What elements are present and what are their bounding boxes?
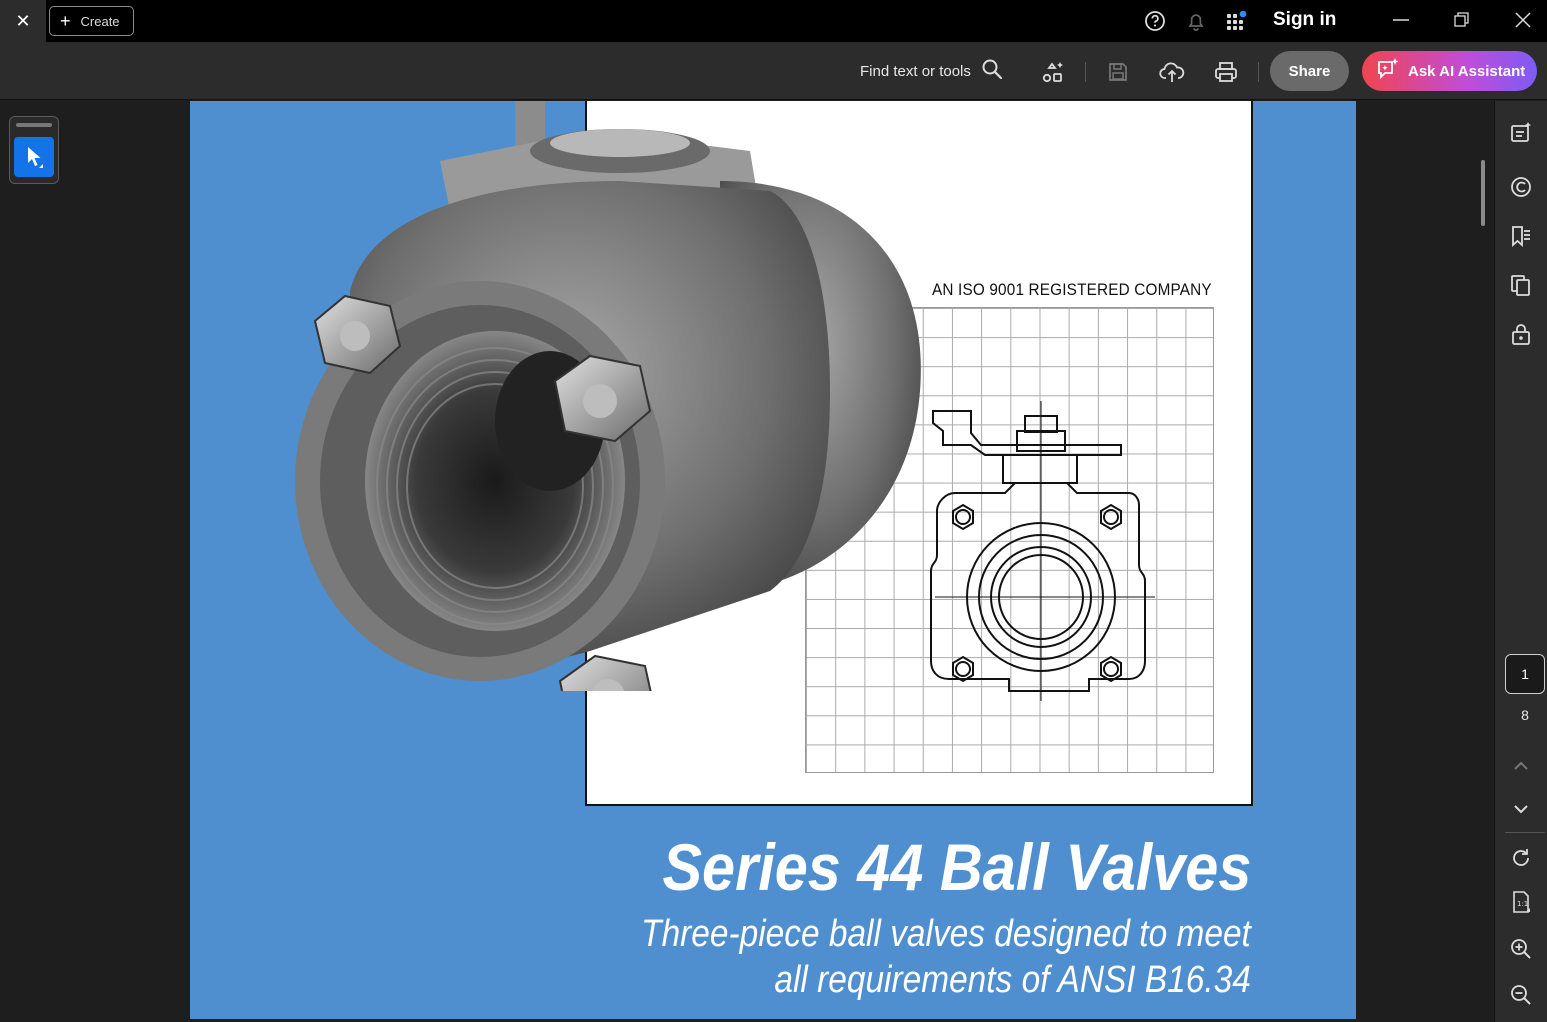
restore-icon[interactable]	[1439, 0, 1485, 40]
valve-technical-drawing	[930, 401, 1155, 701]
right-tool-rail: 1 8 1:1	[1494, 101, 1547, 1022]
ai-tools-icon[interactable]	[1039, 58, 1067, 86]
iso-registration-text: AN ISO 9001 REGISTERED COMPANY	[932, 280, 1212, 299]
apps-grid-icon[interactable]	[1225, 9, 1249, 33]
ask-ai-assistant-button[interactable]: Ask AI Assistant	[1362, 51, 1537, 91]
search-icon	[981, 58, 1003, 84]
close-tab-button[interactable]: ✕	[0, 0, 46, 42]
left-tool-rail	[0, 101, 190, 1022]
document-title: Series 44 Ball Valves	[662, 830, 1251, 904]
share-button[interactable]: Share	[1270, 51, 1349, 91]
title-bar: ✕ + Create Sign in	[0, 0, 1547, 42]
minimize-icon[interactable]	[1378, 0, 1424, 40]
plus-icon: +	[60, 11, 71, 31]
save-icon[interactable]	[1104, 58, 1132, 86]
rail-divider	[1505, 832, 1545, 833]
subtitle-line: Three-piece ball valves designed to meet	[641, 913, 1251, 955]
zoom-out-icon[interactable]	[1507, 981, 1535, 1009]
ai-assistant-icon	[1376, 57, 1400, 85]
sign-in-button[interactable]: Sign in	[1273, 9, 1336, 31]
find-tools-button[interactable]: Find text or tools	[860, 58, 1003, 84]
vertical-scrollbar[interactable]	[1481, 160, 1485, 226]
drag-handle[interactable]	[16, 123, 52, 127]
edit-pdf-icon[interactable]	[1507, 119, 1535, 147]
current-page-input[interactable]: 1	[1505, 654, 1545, 694]
svg-text:1:1: 1:1	[1517, 900, 1528, 908]
print-icon[interactable]	[1212, 58, 1240, 86]
toolbar: Find text or tools Share Ask AI Assistan…	[0, 42, 1547, 100]
pages-icon[interactable]	[1507, 271, 1535, 299]
cloud-upload-icon[interactable]	[1158, 58, 1186, 86]
bookmark-icon[interactable]	[1507, 222, 1535, 250]
create-label: Create	[80, 13, 120, 29]
ask-ai-label: Ask AI Assistant	[1408, 62, 1526, 80]
close-icon[interactable]	[1500, 0, 1546, 40]
toolbar-divider	[1085, 62, 1086, 82]
lock-icon[interactable]	[1507, 320, 1535, 348]
bell-icon[interactable]	[1184, 9, 1208, 33]
rotate-icon[interactable]	[1507, 844, 1535, 872]
comment-icon[interactable]	[1507, 173, 1535, 201]
zoom-in-icon[interactable]	[1507, 935, 1535, 963]
chevron-down-icon[interactable]	[1507, 795, 1535, 823]
select-cursor-icon[interactable]	[14, 137, 54, 177]
fit-page-icon[interactable]: 1:1	[1507, 888, 1535, 916]
help-icon[interactable]	[1143, 9, 1167, 33]
subtitle-line: all requirements of ANSI B16.34	[774, 959, 1251, 1001]
right-margin	[1356, 101, 1494, 1022]
chevron-up-icon[interactable]	[1507, 752, 1535, 780]
total-pages: 8	[1521, 707, 1529, 723]
create-button[interactable]: + Create	[49, 6, 134, 36]
select-tool[interactable]	[9, 116, 59, 184]
find-label: Find text or tools	[860, 62, 971, 80]
valve-photo	[295, 101, 921, 691]
toolbar-divider	[1258, 62, 1259, 82]
document-subtitle: Three-piece ball valves designed to meet…	[641, 911, 1251, 1003]
document-page: AN ISO 9001 REGISTERED COMPANY Series 44…	[190, 101, 1356, 1019]
